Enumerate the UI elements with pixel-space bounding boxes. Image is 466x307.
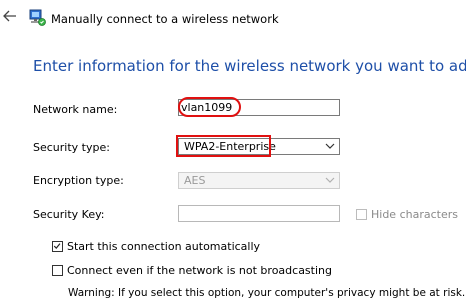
highlight-oval bbox=[178, 97, 241, 117]
window-title: Manually connect to a wireless network bbox=[51, 12, 279, 26]
security-type-label: Security type: bbox=[33, 141, 110, 154]
encryption-type-label: Encryption type: bbox=[33, 174, 124, 187]
hide-characters-label: Hide characters bbox=[371, 208, 458, 221]
encryption-type-value: AES bbox=[184, 174, 206, 187]
privacy-warning: Warning: If you select this option, your… bbox=[68, 287, 466, 299]
encryption-type-dropdown[interactable]: AES bbox=[178, 172, 340, 189]
chevron-down-icon bbox=[325, 177, 335, 183]
connect-even-label: Connect even if the network is not broad… bbox=[67, 264, 332, 277]
highlight-rect bbox=[176, 135, 271, 157]
check-icon bbox=[53, 243, 61, 249]
start-automatically-label: Start this connection automatically bbox=[67, 240, 261, 253]
chevron-down-icon bbox=[325, 143, 335, 149]
hide-characters-checkbox[interactable] bbox=[356, 209, 367, 220]
network-icon bbox=[29, 9, 46, 26]
network-name-label: Network name: bbox=[33, 103, 118, 116]
page-heading: Enter information for the wireless netwo… bbox=[33, 57, 466, 75]
start-automatically-checkbox[interactable] bbox=[52, 241, 63, 252]
security-key-label: Security Key: bbox=[33, 208, 105, 221]
back-arrow-icon[interactable] bbox=[3, 10, 17, 22]
security-key-field[interactable] bbox=[178, 205, 340, 222]
connect-even-checkbox[interactable] bbox=[52, 265, 63, 276]
